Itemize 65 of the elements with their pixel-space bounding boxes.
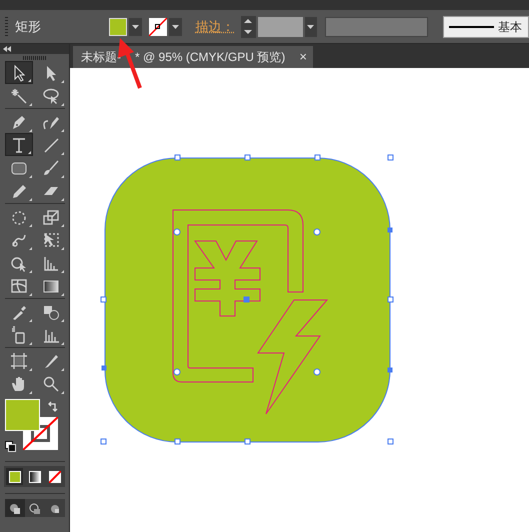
- corner-triangle-icon: [28, 391, 32, 394]
- caret-icon: [307, 24, 314, 28]
- corner-triangle-icon: [60, 391, 64, 394]
- paintbrush-icon: [42, 158, 60, 176]
- corner-triangle-icon: [60, 247, 64, 250]
- corner-triangle-icon: [60, 342, 64, 345]
- corner-triangle-icon: [28, 175, 32, 178]
- corner-triangle-icon: [60, 198, 64, 201]
- fill-swatch[interactable]: [108, 18, 127, 36]
- caret-icon: [172, 24, 179, 28]
- corner-triangle-icon: [60, 80, 64, 83]
- corner-triangle-icon: [28, 293, 32, 296]
- corner-triangle-icon: [60, 175, 64, 178]
- corner-triangle-icon: [28, 129, 32, 132]
- gradient-mode-button[interactable]: [26, 468, 43, 485]
- stroke-weight-dropdown[interactable]: [304, 16, 318, 36]
- stroke-link[interactable]: 描边：: [196, 16, 235, 36]
- dashed-box-icon: [42, 230, 60, 248]
- corner-triangle-icon: [60, 270, 64, 273]
- spray-can-icon: [10, 326, 28, 344]
- scale-icon: [42, 208, 60, 226]
- document-title: * @ 95% (CMYK/GPU 预览): [135, 49, 286, 66]
- collapse-icon[interactable]: [3, 46, 11, 52]
- brush-name: 基本: [498, 18, 522, 36]
- corner-triangle-icon: [28, 224, 32, 227]
- corner-triangle-icon: [60, 293, 64, 296]
- default-colors-icon[interactable]: [4, 441, 16, 452]
- corner-triangle-icon: [28, 342, 32, 345]
- grip-icon[interactable]: [5, 16, 8, 36]
- swap-icon[interactable]: [48, 401, 58, 412]
- stroke-weight-spinner[interactable]: [240, 16, 256, 38]
- brush-definition-dropdown[interactable]: 基本: [443, 16, 529, 38]
- mesh-icon: [10, 276, 28, 294]
- none-mode-button[interactable]: [46, 468, 63, 485]
- grip-icon[interactable]: [22, 56, 46, 60]
- wand-icon: [10, 86, 28, 104]
- arrow-tool[interactable]: [4, 61, 32, 84]
- color-mode-button[interactable]: [6, 468, 23, 485]
- object-type-label: 矩形: [15, 18, 42, 36]
- close-button[interactable]: ×: [299, 47, 307, 67]
- corner-triangle-icon: [28, 368, 32, 371]
- corner-triangle-icon: [28, 151, 30, 154]
- corner-triangle-icon: [60, 319, 64, 322]
- corner-triangle-icon: [28, 103, 32, 106]
- corner-triangle-icon: [60, 103, 64, 106]
- corner-triangle-icon: [60, 152, 64, 155]
- corner-triangle-icon: [28, 247, 32, 250]
- corner-triangle-icon: [60, 129, 64, 132]
- corner-triangle-icon: [28, 270, 32, 273]
- draw-normal-button[interactable]: [4, 499, 24, 517]
- type-tool[interactable]: [4, 133, 32, 156]
- corner-triangle-icon: [28, 319, 32, 322]
- lasso-icon: [42, 86, 60, 104]
- corner-triangle-icon: [60, 368, 64, 371]
- stroke-swatch[interactable]: [148, 18, 167, 36]
- magnifier-icon: [42, 374, 60, 392]
- stroke-dropdown[interactable]: [168, 18, 182, 36]
- fill-dropdown[interactable]: [128, 18, 142, 36]
- corner-triangle-icon: [28, 79, 30, 82]
- fill-color-swatch[interactable]: [4, 399, 40, 431]
- artboard-icon: [10, 352, 28, 370]
- caret-icon: [132, 24, 139, 28]
- stroke-weight-field[interactable]: [258, 16, 302, 36]
- corner-triangle-icon: [60, 224, 64, 227]
- corner-triangle-icon: [28, 198, 32, 201]
